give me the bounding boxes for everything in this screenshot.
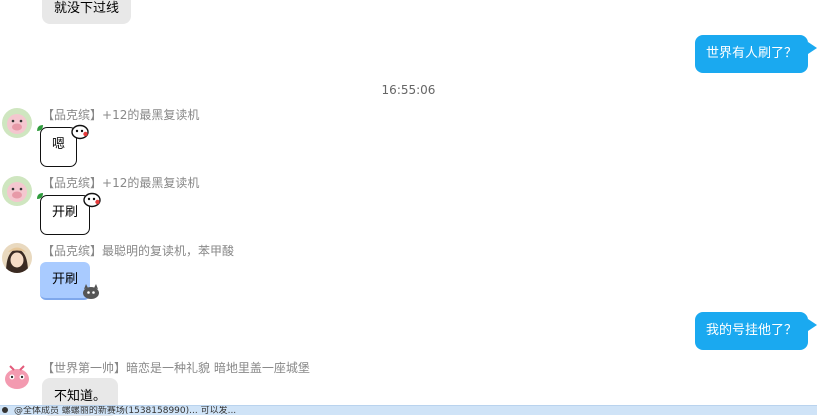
- girl-avatar-icon: [2, 243, 32, 273]
- sender-name[interactable]: 【世界第一帅】: [42, 361, 126, 375]
- self-message-bubble[interactable]: 世界有人刷了？: [695, 35, 809, 73]
- pink-creature-avatar-icon: [2, 361, 32, 391]
- sender-name[interactable]: 【品克缤】: [42, 244, 102, 258]
- sender-line: 【品克缤】最聪明的复读机，苯甲酸: [42, 242, 234, 259]
- cat-sticker-icon: [83, 284, 99, 299]
- sender-title: +12的最黑复读机: [102, 176, 200, 190]
- message-text: 开刷: [52, 272, 79, 287]
- sender-line: 【世界第一帅】暗恋是一种礼貌 暗地里盖一座城堡: [42, 359, 310, 376]
- avatar[interactable]: [2, 361, 32, 391]
- leaf-icon: [37, 125, 43, 131]
- message-text: 世界有人刷了？: [706, 46, 798, 61]
- bubble-bear-icon: [71, 124, 89, 140]
- chat-area: 就没下过线 世界有人刷了？ 16:55:06 【品克缤】+12的最黑复读机 嗯: [0, 0, 817, 416]
- avatar[interactable]: [2, 176, 32, 206]
- bubble-tail: [808, 319, 817, 331]
- avatar[interactable]: [2, 108, 32, 138]
- self-message-bubble[interactable]: 我的号挂他了？: [695, 312, 809, 350]
- bubble-tail: [808, 42, 817, 54]
- message-text: 嗯: [52, 137, 66, 152]
- sender-title: +12的最黑复读机: [102, 108, 200, 122]
- sender-title: 暗恋是一种礼貌 暗地里盖一座城堡: [126, 361, 310, 375]
- message-text: 开刷: [52, 205, 79, 220]
- sender-line: 【品克缤】+12的最黑复读机: [42, 106, 199, 123]
- bubble-bear-icon: [83, 192, 101, 208]
- avatar[interactable]: [2, 243, 32, 273]
- message-bubble[interactable]: 就没下过线: [42, 0, 132, 24]
- message-text: 我的号挂他了？: [706, 323, 798, 338]
- pig-avatar-icon: [2, 176, 32, 206]
- message-timestamp: 16:55:06: [381, 83, 436, 97]
- leaf-icon: [37, 193, 43, 199]
- sender-name[interactable]: 【品克缤】: [42, 108, 102, 122]
- message-text: 就没下过线: [54, 1, 120, 16]
- message-text: 不知道。: [54, 389, 107, 404]
- user-icon: [2, 407, 8, 413]
- pig-avatar-icon: [2, 108, 32, 138]
- sender-line: 【品克缤】+12的最黑复读机: [42, 174, 199, 191]
- sender-name[interactable]: 【品克缤】: [42, 176, 102, 190]
- sender-title: 最聪明的复读机，苯甲酸: [102, 244, 235, 258]
